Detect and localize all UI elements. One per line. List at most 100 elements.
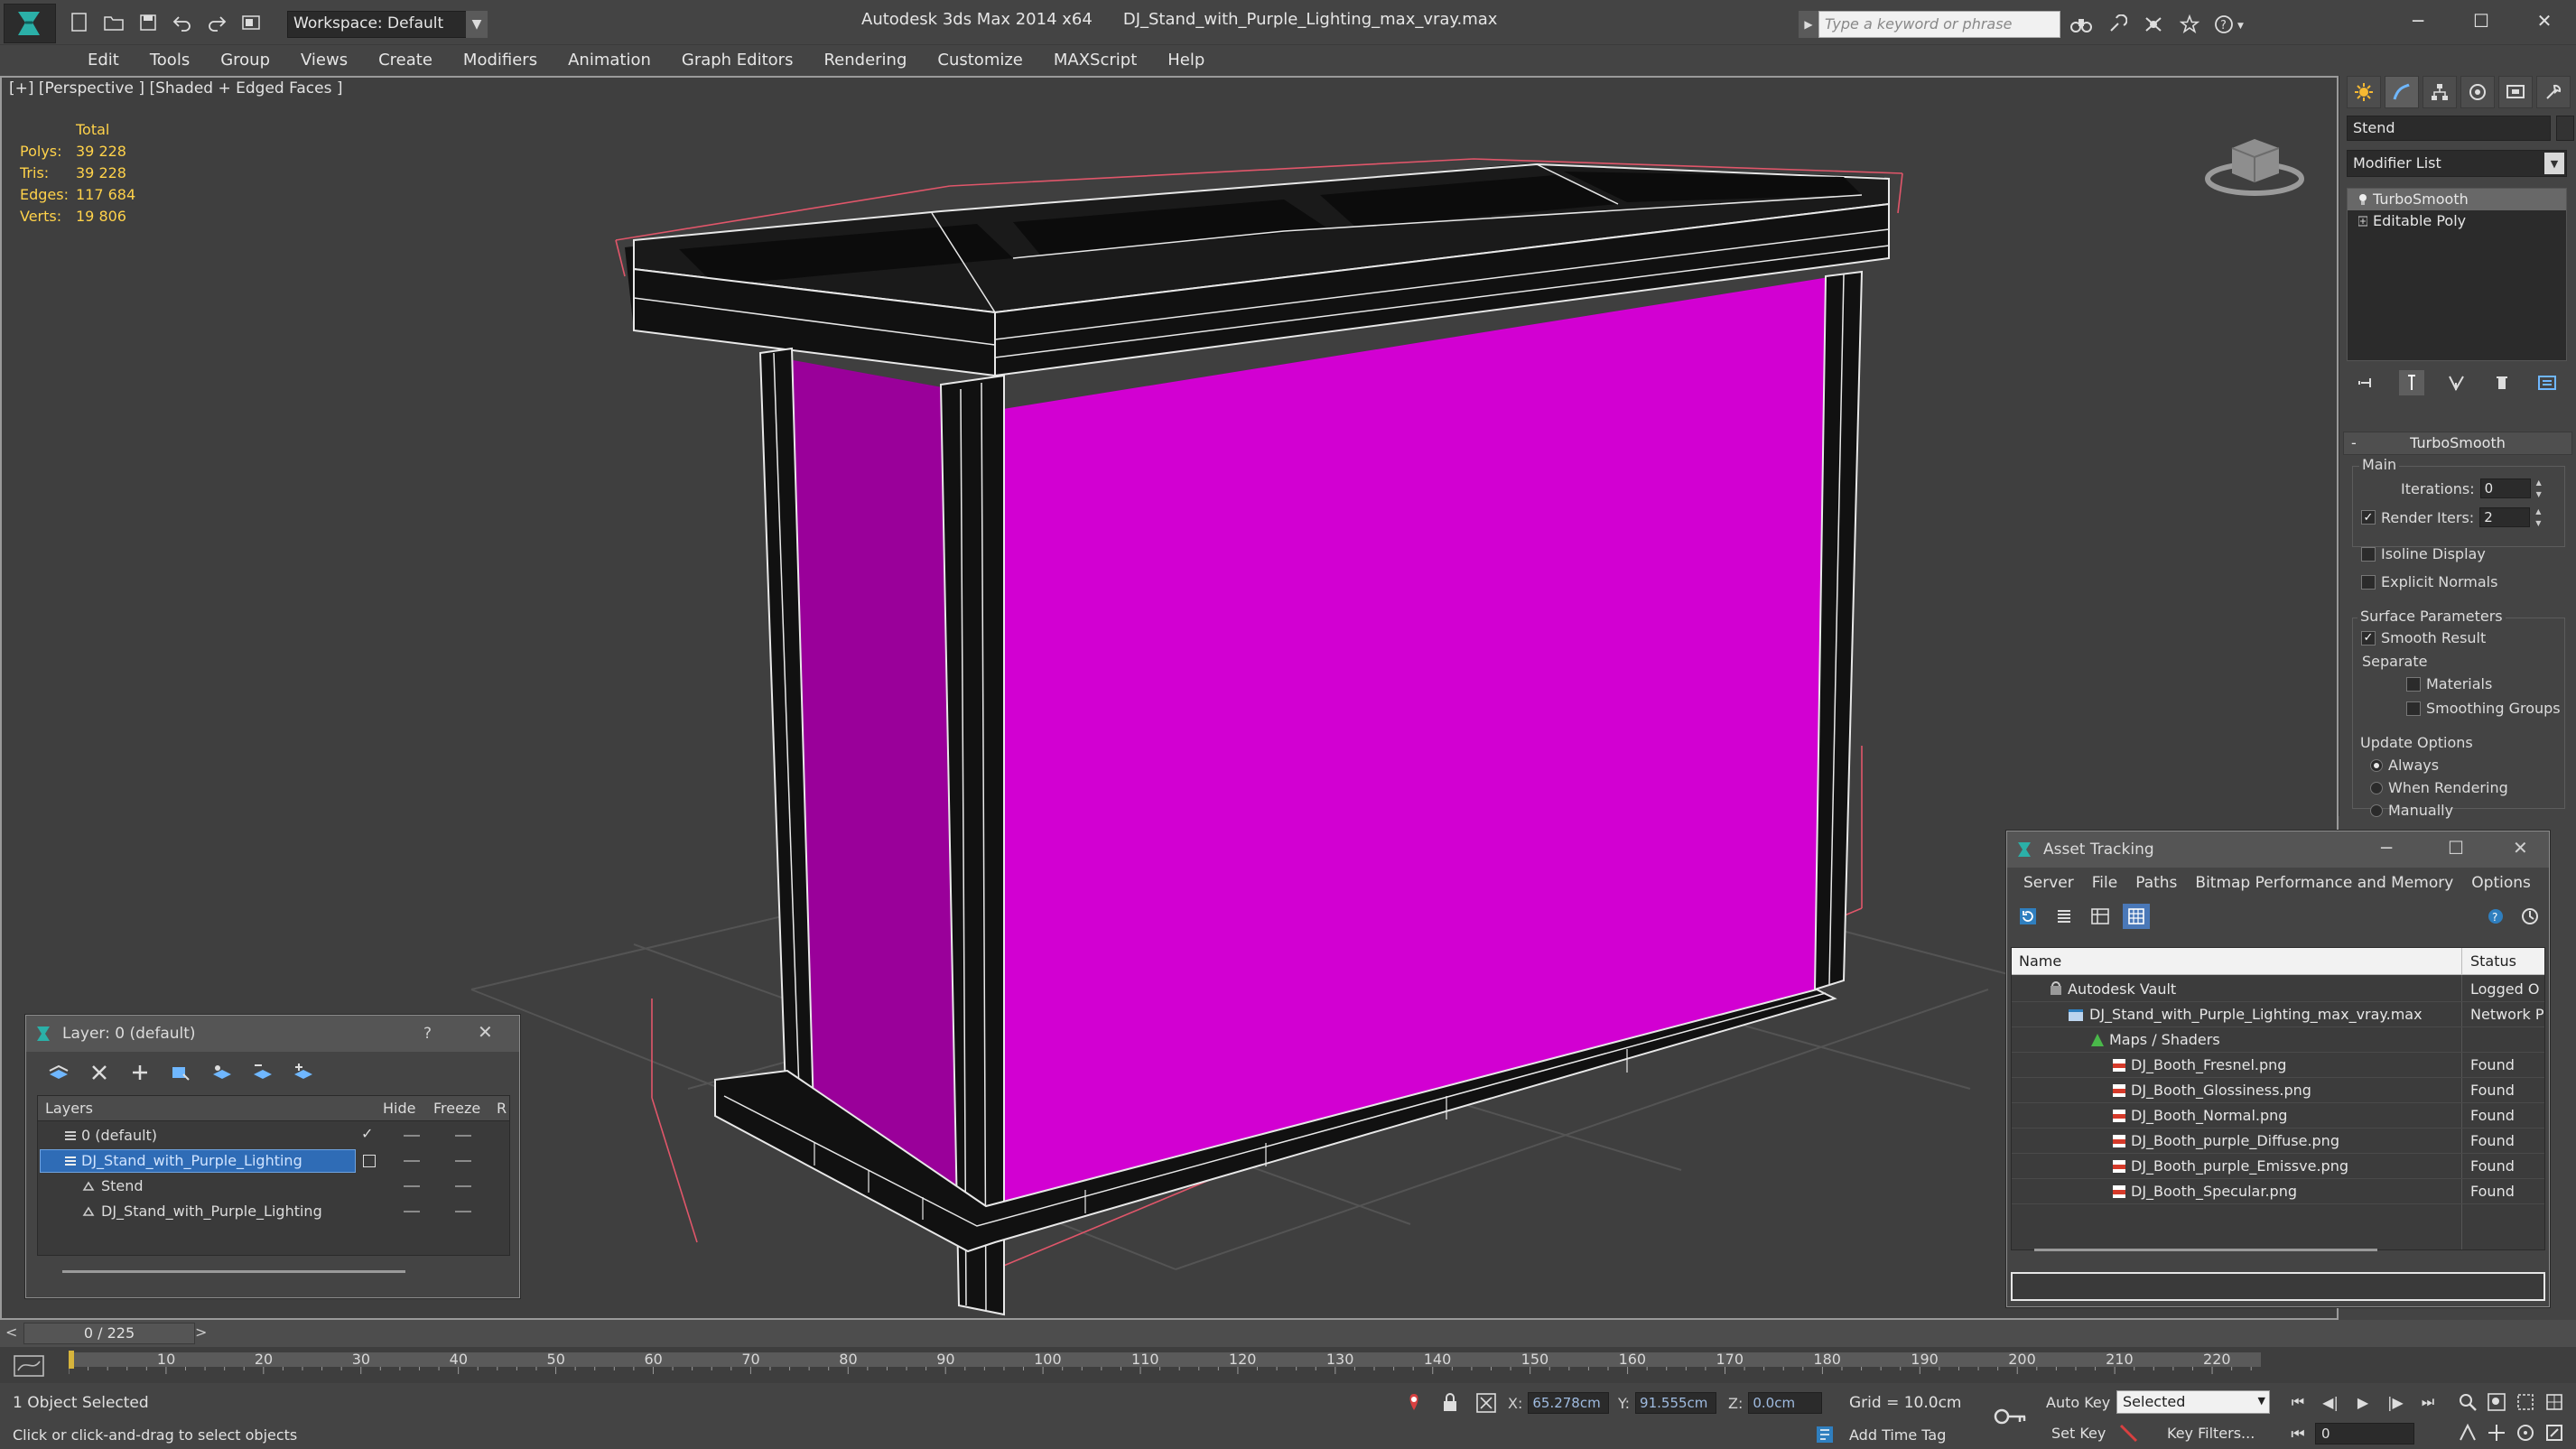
col-status[interactable]: Status	[2470, 952, 2516, 970]
freeze-toggle[interactable]	[455, 1135, 471, 1137]
modify-tab-icon[interactable]	[2385, 76, 2419, 108]
stack-item-turbosmooth[interactable]: TurboSmooth	[2348, 189, 2566, 210]
workspace-dropdown[interactable]: Workspace: Default	[287, 11, 477, 38]
col-name[interactable]: Name	[2019, 952, 2061, 970]
key-filter-dropdown[interactable]: Selected ▼	[2116, 1390, 2270, 1414]
list-view-icon[interactable]	[2051, 904, 2078, 929]
layer-row[interactable]: DJ_Stand_with_Purple_Lighting	[38, 1148, 509, 1174]
current-frame-field[interactable]: 0	[2315, 1423, 2414, 1444]
delete-layer-icon[interactable]	[85, 1059, 114, 1086]
set-keys-key-icon[interactable]	[1990, 1401, 2032, 1432]
hide-toggle[interactable]	[404, 1211, 420, 1212]
layer-row[interactable]: Stend	[38, 1174, 509, 1199]
save-file-icon[interactable]	[134, 9, 163, 36]
dj-stand-model[interactable]	[625, 163, 1890, 1316]
curve-editor-icon[interactable]	[13, 1354, 45, 1378]
undo-icon[interactable]	[168, 9, 197, 36]
asset-menu-file[interactable]: File	[2083, 868, 2126, 898]
show-end-result-icon[interactable]	[2399, 370, 2424, 395]
menu-create[interactable]: Create	[363, 45, 448, 76]
layer-row[interactable]: DJ_Stand_with_Purple_Lighting	[38, 1199, 509, 1224]
asset-row[interactable]: DJ_Booth_Fresnel.png Found	[2012, 1053, 2544, 1078]
isolate-icon[interactable]	[1405, 1392, 1423, 1414]
zoom-icon[interactable]	[2454, 1390, 2481, 1414]
active-layer-checkmark-icon[interactable]: ✓	[361, 1125, 373, 1142]
close-icon[interactable]: ✕	[2513, 837, 2528, 859]
time-slider-prev-icon[interactable]: <	[5, 1324, 17, 1341]
menu-edit[interactable]: Edit	[72, 45, 135, 76]
auto-key-button[interactable]: Auto Key	[2046, 1394, 2110, 1411]
help-icon[interactable]: ? ▼	[2212, 11, 2252, 38]
render-iters-checkbox[interactable]: ✓	[2361, 510, 2376, 525]
asset-row[interactable]: Maps / Shaders	[2012, 1027, 2544, 1053]
maximize-viewport-icon[interactable]	[2541, 1421, 2568, 1444]
app-menu-button[interactable]	[4, 4, 56, 43]
col-layers[interactable]: Layers	[45, 1100, 93, 1117]
always-radio[interactable]	[2370, 758, 2383, 772]
pan-icon[interactable]	[2483, 1421, 2510, 1444]
go-to-start-icon[interactable]: ⏮	[2284, 1390, 2311, 1414]
zoom-extents-all-icon[interactable]	[2541, 1390, 2568, 1414]
zoom-extents-icon[interactable]	[2512, 1390, 2539, 1414]
spinner-arrows-icon[interactable]: ▲ ▼	[2536, 478, 2547, 498]
smooth-result-checkbox[interactable]: ✓	[2361, 630, 2376, 646]
close-icon[interactable]: ✕	[2513, 0, 2576, 42]
when-rendering-radio[interactable]	[2370, 781, 2383, 794]
asset-tracking-titlebar[interactable]: Asset Tracking ─ ☐ ✕	[2007, 831, 2549, 868]
asset-row[interactable]: Autodesk Vault Logged O	[2012, 977, 2544, 1002]
turbosmooth-rollout-header[interactable]: - TurboSmooth	[2343, 432, 2572, 455]
menu-rendering[interactable]: Rendering	[808, 45, 922, 76]
play-icon[interactable]: ▶	[2349, 1390, 2376, 1414]
selection-lock-icon[interactable]	[1441, 1392, 1459, 1414]
menu-views[interactable]: Views	[285, 45, 363, 76]
col-hide[interactable]: Hide	[383, 1100, 415, 1117]
viewport-label[interactable]: [+] [Perspective ] [Shaded + Edged Faces…	[9, 79, 342, 98]
minimize-icon[interactable]: ─	[2381, 837, 2392, 859]
horizontal-scrollbar[interactable]	[62, 1270, 405, 1273]
project-folder-icon[interactable]	[237, 9, 265, 36]
col-freeze[interactable]: Freeze	[433, 1100, 480, 1117]
vault-settings-icon[interactable]	[2516, 904, 2543, 929]
workspace-dropdown-arrow-icon[interactable]: ▼	[466, 11, 488, 38]
modifier-stack[interactable]: TurboSmooth Editable Poly	[2347, 188, 2567, 361]
object-color-swatch[interactable]	[2556, 116, 2574, 141]
asset-menu-bitmap[interactable]: Bitmap Performance and Memory	[2186, 868, 2462, 898]
layer-stack-icon[interactable]	[44, 1059, 73, 1086]
manually-radio[interactable]	[2370, 803, 2383, 817]
stack-item-editable-poly[interactable]: Editable Poly	[2348, 210, 2566, 232]
table-view-icon[interactable]	[2087, 904, 2114, 929]
track-ruler[interactable]: 10 20 30 40 50 60 70 80 90 100 110 120 130 140 150 160 1…	[69, 1347, 2261, 1383]
search-expand-icon[interactable]: ▶	[1799, 11, 1818, 38]
time-cursor[interactable]	[69, 1351, 74, 1369]
help-arrow-icon[interactable]: ?	[2482, 904, 2509, 929]
asset-menu-server[interactable]: Server	[2014, 868, 2083, 898]
spinner-arrows-icon[interactable]: ▲ ▼	[2535, 507, 2546, 527]
binoculars-icon[interactable]	[2068, 11, 2095, 38]
chevron-down-icon[interactable]: ▼	[2258, 1395, 2265, 1407]
time-tag-icon[interactable]	[1815, 1425, 1835, 1444]
menu-modifiers[interactable]: Modifiers	[448, 45, 553, 76]
close-icon[interactable]: ✕	[478, 1021, 493, 1043]
z-coordinate-field[interactable]: 0.0cm	[1748, 1392, 1823, 1414]
hide-toggle[interactable]	[404, 1135, 420, 1137]
horizontal-scrollbar[interactable]	[2034, 1249, 2377, 1251]
maximize-icon[interactable]: ☐	[2448, 837, 2464, 859]
create-tab-icon[interactable]	[2347, 76, 2381, 108]
menu-tools[interactable]: Tools	[135, 45, 205, 76]
x-coordinate-field[interactable]: 65.278cm	[1528, 1392, 1610, 1414]
refresh-icon[interactable]	[2014, 904, 2041, 929]
time-slider-next-icon[interactable]: >	[195, 1324, 207, 1341]
iterations-spinner[interactable]: 0	[2479, 478, 2531, 498]
go-to-end-icon[interactable]: ⏭	[2414, 1390, 2441, 1414]
asset-path-field[interactable]	[2011, 1272, 2545, 1301]
asset-menu-paths[interactable]: Paths	[2126, 868, 2186, 898]
modifier-list-dropdown[interactable]: Modifier List ▼	[2347, 150, 2567, 177]
freeze-toggle[interactable]	[455, 1160, 471, 1162]
configure-modifier-sets-icon[interactable]	[2534, 370, 2560, 395]
open-file-icon[interactable]	[99, 9, 128, 36]
layer-manager-titlebar[interactable]: Layer: 0 (default) ? ✕	[26, 1016, 519, 1052]
freeze-all-icon[interactable]	[288, 1059, 317, 1086]
new-file-icon[interactable]	[65, 9, 94, 36]
redo-icon[interactable]	[202, 9, 231, 36]
set-key-button[interactable]: Set Key	[2051, 1425, 2106, 1442]
